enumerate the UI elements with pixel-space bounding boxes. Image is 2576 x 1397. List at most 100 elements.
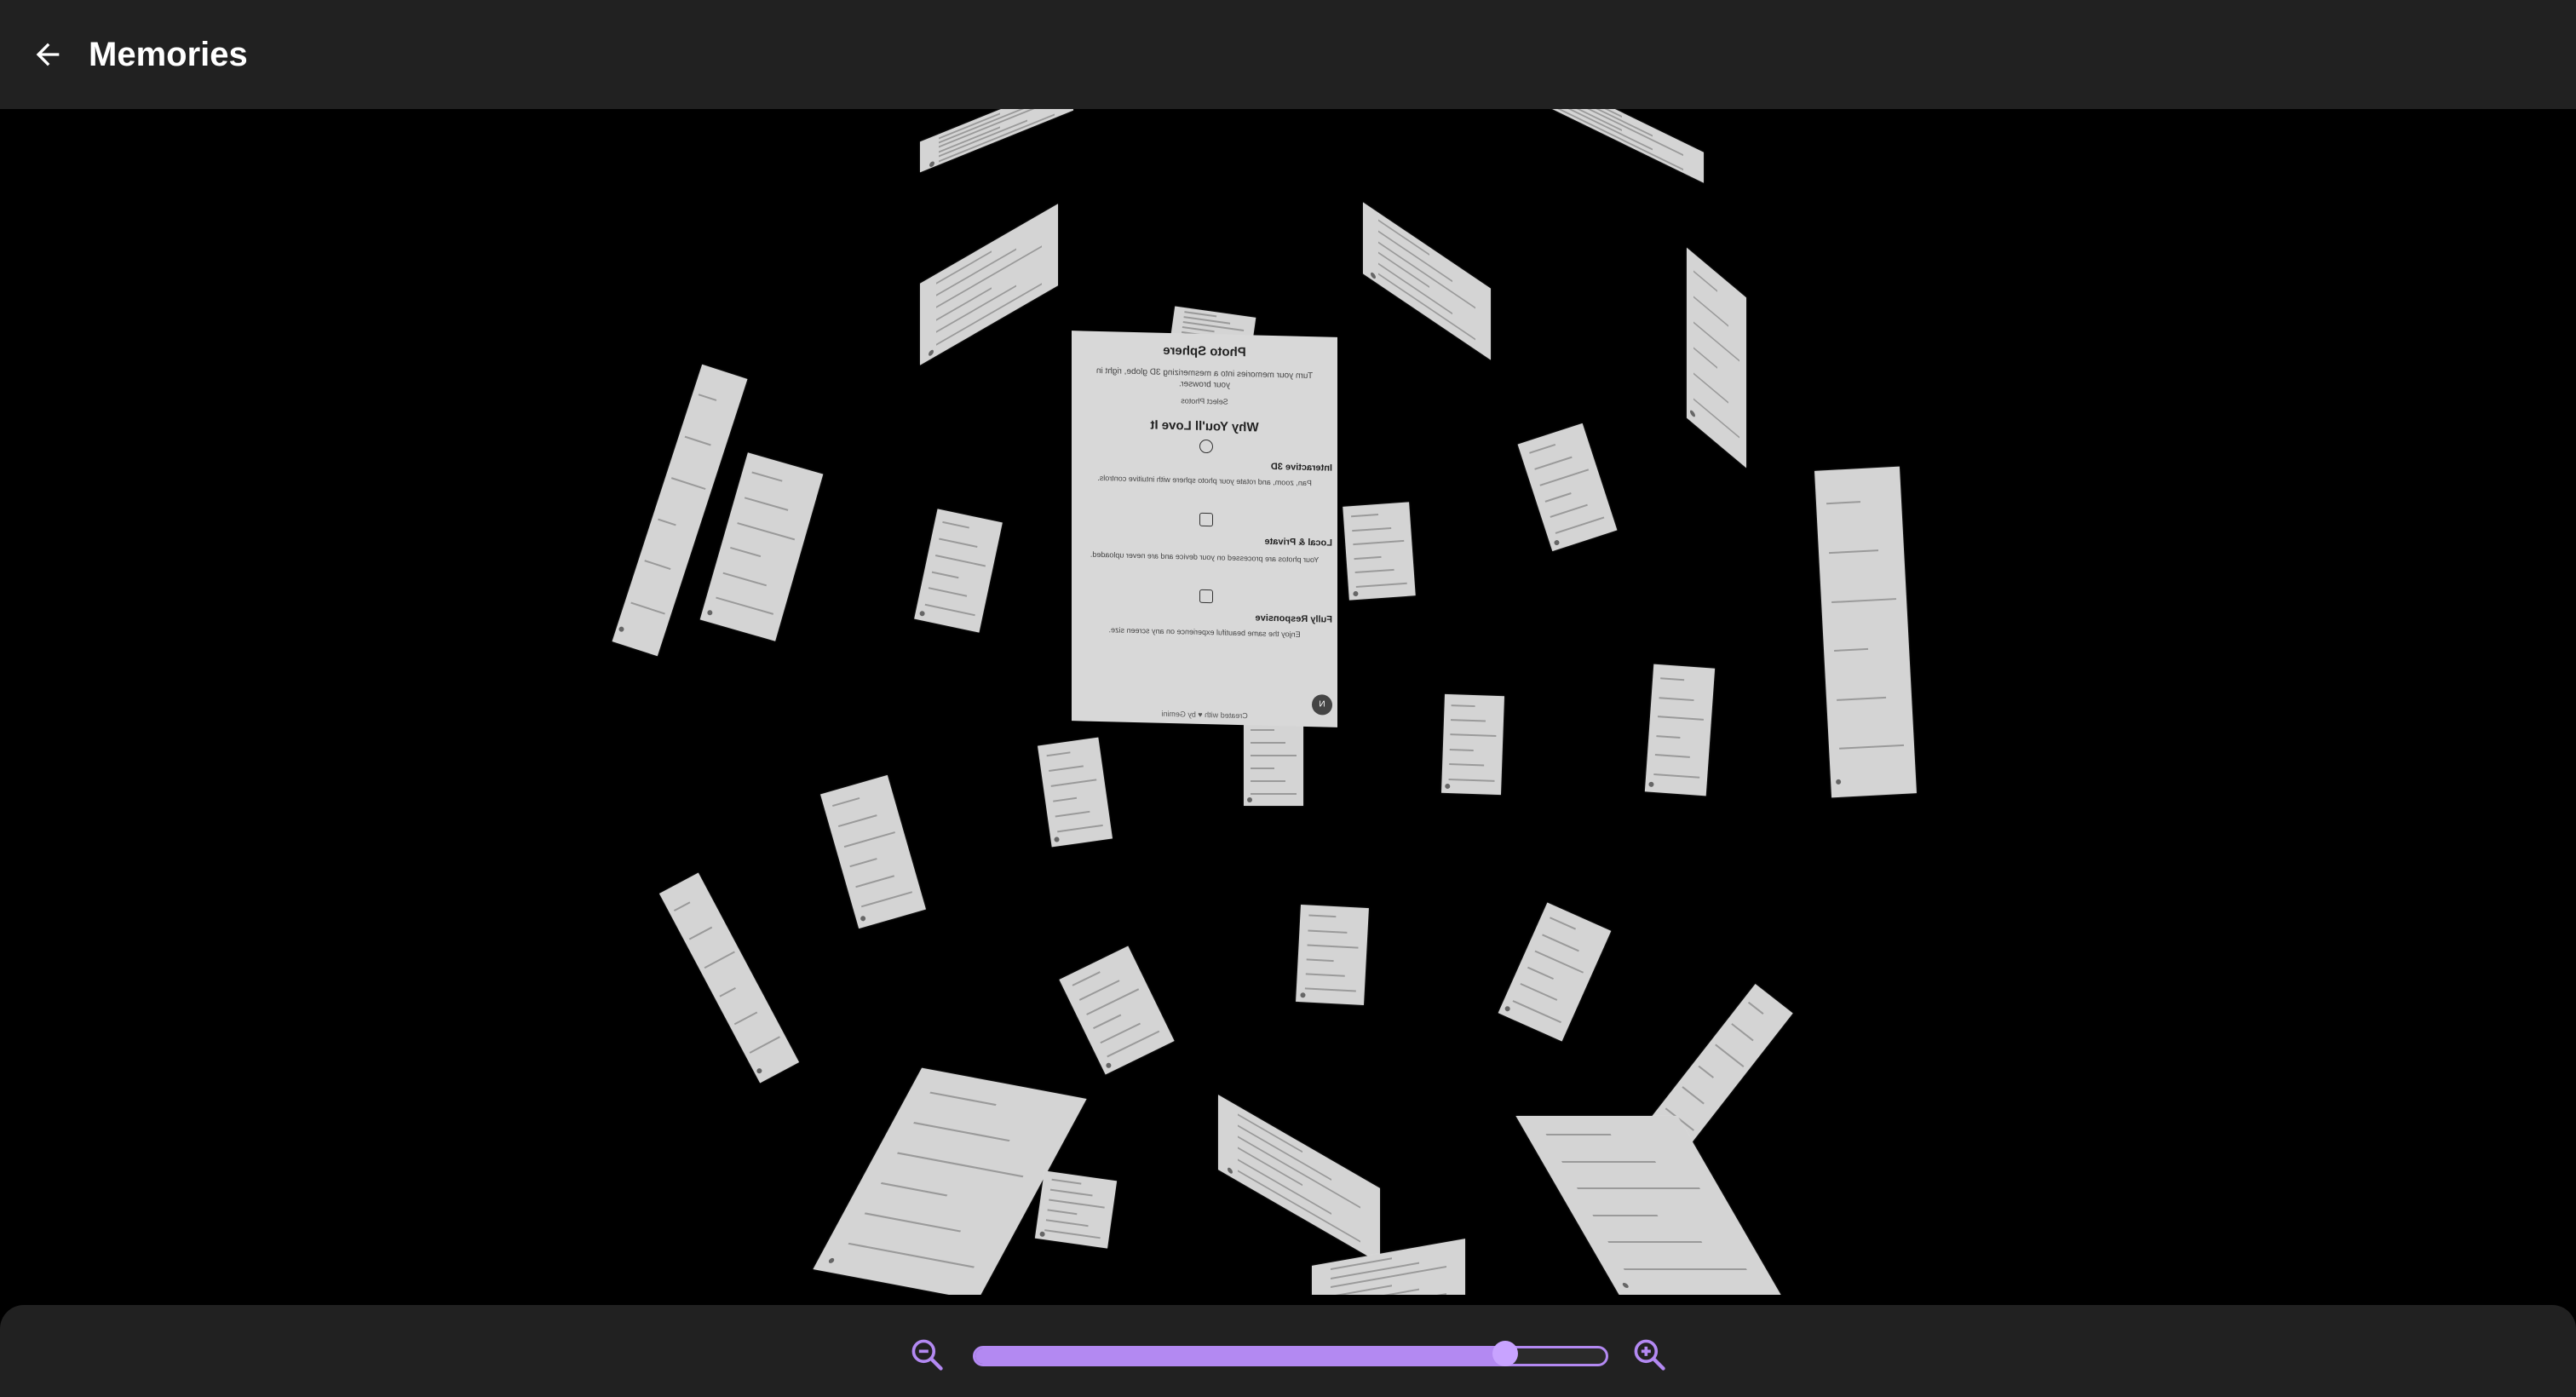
photo-card[interactable] — [1644, 664, 1716, 796]
photo-card[interactable] — [1533, 109, 1704, 183]
card-text-line — [1539, 469, 1590, 486]
card-text-line — [1092, 1014, 1122, 1030]
card-text-line — [1330, 1262, 1419, 1279]
card-text-line — [1052, 796, 1078, 802]
card-text-line — [1534, 950, 1584, 974]
photo-card[interactable] — [1218, 1095, 1380, 1263]
card-text-line — [1448, 778, 1495, 782]
card-text-line — [880, 1181, 948, 1197]
photo-card[interactable] — [658, 872, 800, 1084]
card-text-line — [1237, 1158, 1331, 1215]
zoom-slider[interactable] — [973, 1341, 1608, 1366]
back-button[interactable] — [24, 31, 72, 78]
card-text-line — [1046, 751, 1072, 757]
photo-card[interactable] — [819, 774, 927, 929]
card-text-line — [1829, 549, 1879, 555]
card-text-line — [1527, 966, 1554, 980]
photo-card[interactable] — [1515, 1116, 1781, 1295]
card-text-line — [1100, 1022, 1141, 1044]
photo-card[interactable] — [1244, 721, 1303, 806]
card-text-line — [1356, 582, 1407, 588]
card-badge-dot — [827, 1257, 835, 1264]
card-title: Photo Sphere — [1163, 342, 1246, 360]
photo-card[interactable] — [920, 204, 1058, 365]
photo-card[interactable] — [1059, 946, 1175, 1075]
card-text-line — [674, 901, 691, 912]
photo-card[interactable] — [914, 509, 1003, 633]
photo-sphere-viewport[interactable]: Photo Sphere Turn your memories into a m… — [0, 109, 2576, 1295]
feature-title: Interactive 3D — [1270, 461, 1332, 474]
card-badge-dot — [1247, 797, 1253, 802]
card-badge-dot — [918, 610, 925, 617]
card-text-line — [1237, 1113, 1302, 1153]
photo-card[interactable] — [699, 452, 824, 641]
avatar-badge: N — [1312, 694, 1332, 716]
card-select-label: Select Photos — [1181, 396, 1228, 406]
card-text-line — [1698, 1065, 1715, 1078]
card-text-line — [1049, 1199, 1105, 1209]
photo-card[interactable] — [1038, 737, 1113, 848]
card-text-line — [1352, 526, 1391, 532]
card-text-line — [936, 248, 1017, 296]
card-text-line — [644, 560, 671, 571]
card-text-line — [1251, 755, 1297, 756]
card-text-line — [1378, 262, 1452, 315]
feature-text: Pan, zoom, and rotate your photo sphere … — [1097, 473, 1312, 488]
card-text-line — [684, 435, 712, 446]
card-badge-dot — [1371, 271, 1376, 280]
photo-card[interactable] — [1034, 1170, 1118, 1249]
card-text-line — [1826, 501, 1861, 505]
card-footer: Created with ♥ by Gemini — [1161, 709, 1248, 721]
photo-card[interactable] — [1343, 502, 1416, 601]
zoom-out-button[interactable] — [908, 1336, 946, 1373]
main-photo-card[interactable]: Photo Sphere Turn your memories into a m… — [1072, 331, 1337, 727]
card-text-line — [929, 587, 967, 598]
card-text-line — [1449, 763, 1485, 767]
card-text-line — [1831, 597, 1897, 603]
card-text-line — [1693, 372, 1728, 404]
card-text-line — [1656, 734, 1681, 739]
card-text-line — [1693, 270, 1718, 293]
card-text-line — [1659, 696, 1694, 701]
photo-card[interactable] — [1814, 466, 1917, 798]
card-text-line — [1533, 456, 1573, 470]
card-text-line — [1545, 1134, 1612, 1135]
zoom-slider-fill — [975, 1348, 1505, 1364]
photo-card[interactable] — [920, 109, 1073, 173]
card-text-line — [1549, 917, 1576, 930]
card-text-line — [1555, 516, 1605, 535]
card-text-line — [719, 986, 736, 997]
photo-card[interactable] — [1296, 904, 1369, 1006]
card-text-line — [730, 547, 761, 558]
photo-card[interactable] — [1498, 902, 1612, 1042]
card-badge-dot — [1621, 1282, 1630, 1288]
card-text-line — [1682, 1085, 1705, 1105]
feature-text: Enjoy the same beautiful experience on a… — [1108, 625, 1301, 639]
card-text-line — [936, 285, 1017, 333]
card-text-line — [1308, 928, 1348, 934]
card-subtitle: Turn your memories into a mesmerizing 3D… — [1095, 365, 1314, 390]
card-text-line — [744, 497, 789, 511]
zoom-slider-thumb[interactable] — [1492, 1341, 1518, 1366]
card-text-line — [1353, 539, 1404, 546]
card-text-line — [751, 471, 783, 482]
monitor-icon — [1199, 589, 1213, 604]
card-text-line — [1834, 648, 1869, 653]
photo-card[interactable] — [1363, 202, 1491, 360]
card-text-line — [1607, 1241, 1703, 1243]
photo-card[interactable] — [1440, 693, 1505, 796]
zoom-in-button[interactable] — [1630, 1336, 1668, 1373]
card-text-line — [935, 554, 986, 567]
card-text-line — [1237, 1135, 1361, 1209]
card-badge-dot — [1835, 779, 1842, 785]
card-text-line — [1044, 1229, 1101, 1239]
photo-card[interactable] — [1687, 247, 1746, 469]
card-text-line — [1693, 347, 1718, 370]
card-text-line — [1078, 980, 1120, 1001]
photo-card[interactable] — [1312, 1239, 1465, 1295]
card-text-line — [1050, 779, 1097, 787]
card-badge-dot — [1054, 836, 1061, 843]
card-text-line — [1378, 241, 1475, 309]
photo-card[interactable] — [1517, 423, 1618, 552]
card-text-line — [1048, 765, 1084, 773]
